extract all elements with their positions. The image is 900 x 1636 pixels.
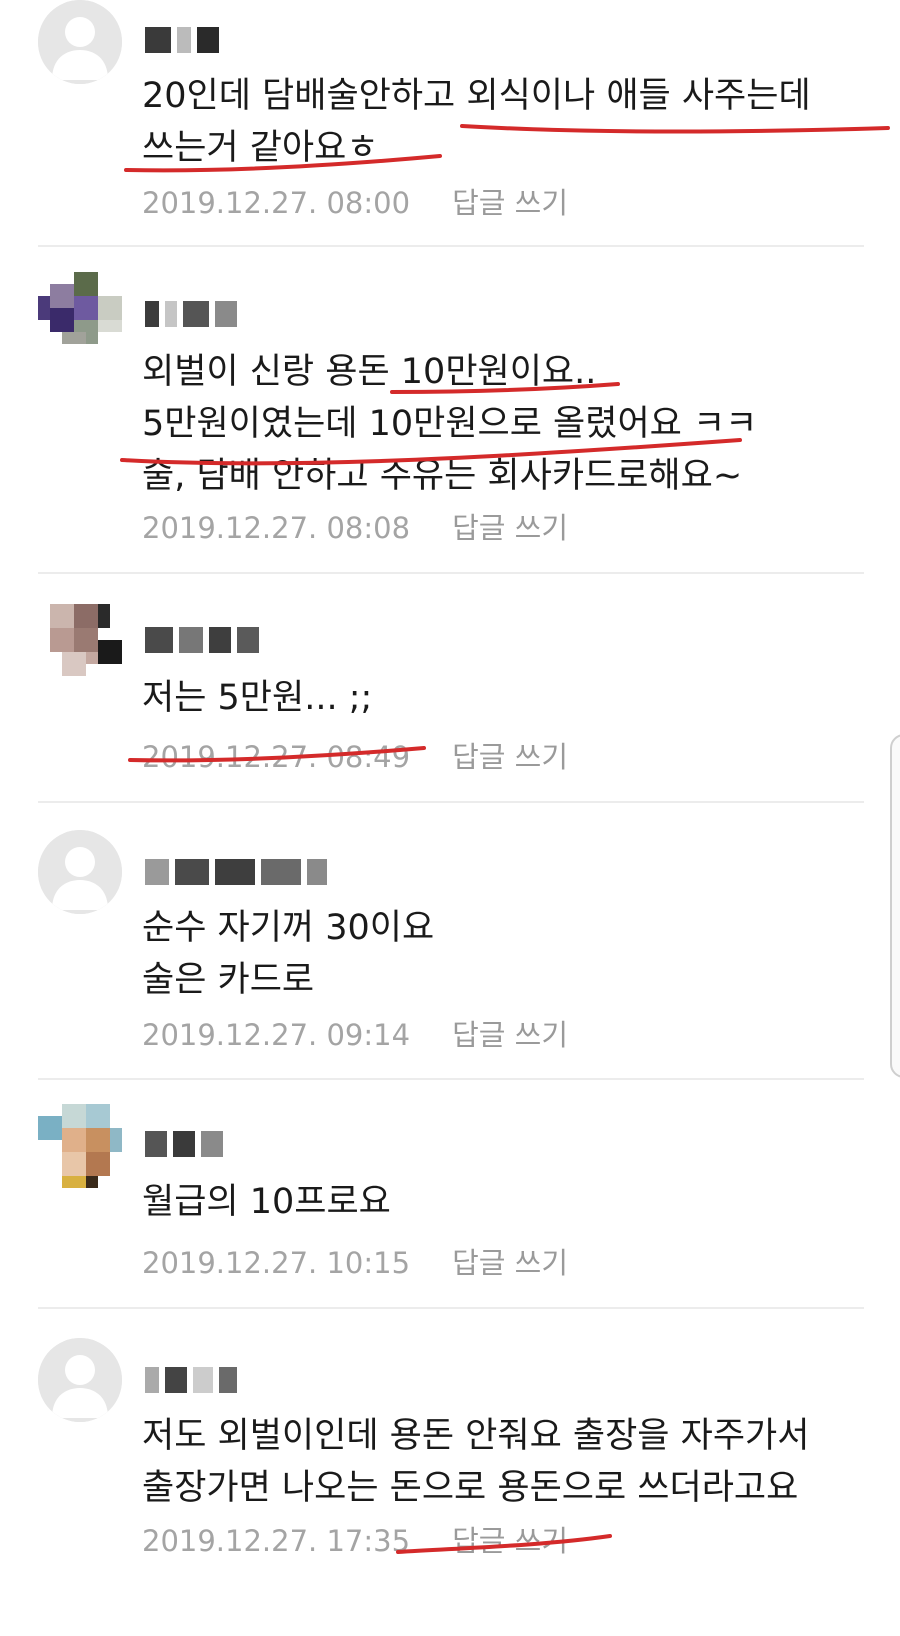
avatar[interactable] <box>38 1104 122 1188</box>
username-blurred[interactable] <box>145 850 327 894</box>
comment-meta: 2019.12.27. 10:15 답글 쓰기 <box>142 1240 568 1282</box>
divider <box>38 1078 864 1080</box>
avatar[interactable] <box>38 592 122 676</box>
comment-timestamp: 2019.12.27. 08:00 <box>142 186 411 220</box>
comment-text: 저는 5만원... ;; <box>142 678 373 718</box>
comment-meta: 2019.12.27. 08:49 답글 쓰기 <box>142 734 568 776</box>
username-blurred[interactable] <box>145 18 219 62</box>
reply-button[interactable]: 답글 쓰기 <box>452 186 568 220</box>
default-avatar-icon[interactable] <box>38 0 122 84</box>
username-blurred[interactable] <box>145 1122 223 1166</box>
divider <box>38 1307 864 1309</box>
comment-text: 월급의 10프로요 <box>142 1182 391 1222</box>
username-blurred[interactable] <box>145 618 259 662</box>
divider <box>38 801 864 803</box>
divider <box>38 245 864 247</box>
reply-button[interactable]: 답글 쓰기 <box>452 740 568 774</box>
comment-meta: 2019.12.27. 09:14 답글 쓰기 <box>142 1012 568 1054</box>
comment-timestamp: 2019.12.27. 10:15 <box>142 1246 411 1280</box>
divider <box>38 572 864 574</box>
comment-timestamp: 2019.12.27. 08:49 <box>142 740 411 774</box>
default-avatar-icon[interactable] <box>38 830 122 914</box>
reply-button[interactable]: 답글 쓰기 <box>452 1246 568 1280</box>
comment-meta: 2019.12.27. 08:00 답글 쓰기 <box>142 180 568 222</box>
comment-text: 순수 자기꺼 30이요 술은 카드로 <box>142 908 435 1000</box>
comment-meta: 2019.12.27. 08:08 답글 쓰기 <box>142 505 568 547</box>
comment-timestamp: 2019.12.27. 08:08 <box>142 511 411 545</box>
comment-text: 20인데 담배술안하고 외식이나 애들 사주는데 쓰는거 같아요ㅎ <box>142 76 811 168</box>
username-blurred[interactable] <box>145 1358 237 1402</box>
reply-button[interactable]: 답글 쓰기 <box>452 511 568 545</box>
reply-button[interactable]: 답글 쓰기 <box>452 1018 568 1052</box>
username-blurred[interactable] <box>145 292 237 336</box>
scroll-handle[interactable] <box>890 734 900 1078</box>
comment-text: 저도 외벌이인데 용돈 안줘요 출장을 자주가서 출장가면 나오는 돈으로 용돈… <box>142 1416 810 1508</box>
comment-timestamp: 2019.12.27. 09:14 <box>142 1018 411 1052</box>
default-avatar-icon[interactable] <box>38 1338 122 1422</box>
comment-text: 외벌이 신랑 용돈 10만원이요.. 5만원이였는데 10만원으로 올렸어요 ㅋ… <box>142 352 758 496</box>
comment-timestamp: 2019.12.27. 17:35 <box>142 1524 411 1558</box>
comment-meta: 2019.12.27. 17:35 답글 쓰기 <box>142 1518 568 1560</box>
avatar[interactable] <box>38 272 122 356</box>
reply-button[interactable]: 답글 쓰기 <box>452 1524 568 1558</box>
